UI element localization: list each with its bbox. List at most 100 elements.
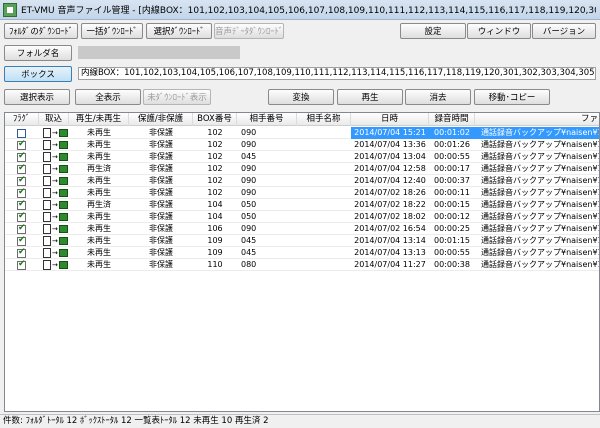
cell-name bbox=[297, 127, 351, 139]
cell-datetime: 2014/07/04 13:13 bbox=[354, 248, 426, 257]
play-button[interactable]: 再生 bbox=[337, 89, 403, 105]
table-row[interactable]: → 未再生 非保護 102 090 2014/07/02 18:26 00:00:11 通話録… bbox=[5, 187, 599, 199]
col-file[interactable]: ファ bbox=[475, 113, 599, 126]
cell-name bbox=[297, 151, 351, 163]
cell-duration: 00:00:12 bbox=[434, 212, 470, 221]
status-bar: 件数: ﾌｫﾙﾀﾞﾄｰﾀﾙ 12 ﾎﾞｯｸｽﾄｰﾀﾙ 12 一覧表ﾄｰﾀﾙ 12… bbox=[0, 414, 600, 428]
cell-duration: 00:00:55 bbox=[434, 248, 470, 257]
flag-checkbox[interactable] bbox=[17, 129, 26, 138]
cell-played: 未再生 bbox=[87, 248, 111, 257]
cell-num: 050 bbox=[241, 200, 257, 209]
cell-name bbox=[297, 235, 351, 247]
cell-name bbox=[297, 187, 351, 199]
cell-file: 通話録音バックアップ¥naisen¥110¥ bbox=[481, 260, 599, 269]
cell-protect: 非保護 bbox=[149, 164, 173, 173]
table-row[interactable]: → 未再生 非保護 104 050 2014/07/02 18:02 00:00:12 通話録… bbox=[5, 211, 599, 223]
cell-datetime: 2014/07/04 12:40 bbox=[354, 176, 426, 185]
flag-checkbox[interactable] bbox=[17, 247, 26, 258]
cell-box: 102 bbox=[207, 164, 223, 173]
col-name[interactable]: 相手名称 bbox=[297, 113, 351, 126]
cell-num: 045 bbox=[241, 248, 257, 257]
table-row[interactable]: → 未再生 非保護 102 090 2014/07/04 12:40 00:00:37 通話録… bbox=[5, 175, 599, 187]
version-button[interactable]: バージョン bbox=[532, 23, 596, 39]
table-row[interactable]: → 再生済 非保護 102 090 2014/07/04 12:58 00:00:17 通話録… bbox=[5, 163, 599, 175]
cell-datetime: 2014/07/02 18:26 bbox=[354, 188, 426, 197]
col-box[interactable]: BOX番号 bbox=[193, 113, 237, 126]
flag-checkbox[interactable] bbox=[17, 175, 26, 186]
select-download-button[interactable]: 選択ﾀﾞｳﾝﾛｰﾄﾞ bbox=[146, 23, 212, 39]
cell-name bbox=[297, 211, 351, 223]
not-downloaded-view-button[interactable]: 未ﾀﾞｳﾝﾛｰﾄﾞ表示 bbox=[143, 89, 211, 105]
cell-datetime: 2014/07/04 15:21 bbox=[351, 127, 429, 139]
import-status-icon: → bbox=[43, 224, 69, 234]
flag-checkbox[interactable] bbox=[17, 223, 26, 234]
import-status-icon: → bbox=[43, 188, 69, 198]
cell-played: 再生済 bbox=[87, 200, 111, 209]
table-row[interactable]: → 再生済 非保護 104 050 2014/07/02 18:22 00:00:15 通話録… bbox=[5, 199, 599, 211]
table-row[interactable]: → 未再生 非保護 102 090 2014/07/04 13:36 00:01:26 通話録… bbox=[5, 139, 599, 151]
cell-box: 109 bbox=[207, 236, 223, 245]
cell-num: 090 bbox=[241, 128, 257, 137]
move-copy-button[interactable]: 移動･コピー bbox=[474, 89, 550, 105]
cell-played: 再生済 bbox=[87, 164, 111, 173]
table-row[interactable]: → 未再生 非保護 102 090 2014/07/04 15:21 00:01:02 通話録… bbox=[5, 127, 599, 139]
cell-name bbox=[297, 247, 351, 259]
flag-checkbox[interactable] bbox=[17, 139, 26, 150]
flag-checkbox[interactable] bbox=[17, 163, 26, 174]
all-view-button[interactable]: 全表示 bbox=[75, 89, 141, 105]
recordings-table: ﾌﾗｸﾞ 取込 再生/未再生 保護/非保護 BOX番号 相手番号 相手名称 日時… bbox=[4, 112, 600, 412]
flag-checkbox[interactable] bbox=[17, 235, 26, 246]
cell-box: 104 bbox=[207, 212, 223, 221]
flag-checkbox[interactable] bbox=[17, 211, 26, 222]
cell-protect: 非保護 bbox=[149, 200, 173, 209]
select-view-button[interactable]: 選択表示 bbox=[4, 89, 70, 105]
cell-datetime: 2014/07/04 13:04 bbox=[354, 152, 426, 161]
cell-played: 未再生 bbox=[87, 140, 111, 149]
cell-protect: 非保護 bbox=[149, 128, 173, 137]
col-duration[interactable]: 録音時間 bbox=[429, 113, 475, 126]
col-flag[interactable]: ﾌﾗｸﾞ bbox=[5, 113, 39, 126]
cell-datetime: 2014/07/02 18:22 bbox=[354, 200, 426, 209]
bulk-download-button[interactable]: 一括ﾀﾞｳﾝﾛｰﾄﾞ bbox=[81, 23, 143, 39]
cell-box: 110 bbox=[207, 260, 223, 269]
delete-button[interactable]: 消去 bbox=[405, 89, 471, 105]
window-title: ET-VMU 音声ファイル管理 - [内線BOX：101,102,103,104… bbox=[21, 6, 596, 16]
cell-file: 通話録音バックアップ¥naisen¥102¥ bbox=[475, 127, 599, 139]
col-number[interactable]: 相手番号 bbox=[237, 113, 297, 126]
app-icon bbox=[3, 2, 17, 17]
table-row[interactable]: → 未再生 非保護 109 045 2014/07/04 13:14 00:01:15 通話録… bbox=[5, 235, 599, 247]
cell-num: 090 bbox=[241, 188, 257, 197]
box-button[interactable]: ボックス bbox=[4, 66, 72, 82]
table-row[interactable]: → 未再生 非保護 110 080 2014/07/04 11:27 00:00:38 通話録… bbox=[5, 259, 599, 271]
col-import[interactable]: 取込 bbox=[39, 113, 69, 126]
col-protect[interactable]: 保護/非保護 bbox=[129, 113, 193, 126]
folder-download-button[interactable]: ﾌｫﾙﾀﾞのﾀﾞｳﾝﾛｰﾄﾞ bbox=[4, 23, 78, 39]
settings-button[interactable]: 設定 bbox=[400, 23, 466, 39]
flag-checkbox[interactable] bbox=[17, 259, 26, 270]
cell-datetime: 2014/07/04 11:27 bbox=[354, 260, 426, 269]
table-row[interactable]: → 未再生 非保護 109 045 2014/07/04 13:13 00:00:55 通話録… bbox=[5, 247, 599, 259]
cell-box: 102 bbox=[207, 128, 223, 137]
flag-checkbox[interactable] bbox=[17, 187, 26, 198]
convert-button[interactable]: 変換 bbox=[268, 89, 334, 105]
cell-protect: 非保護 bbox=[149, 248, 173, 257]
voice-data-download-button[interactable]: 音声ﾃﾞｰﾀﾀﾞｳﾝﾛｰﾄﾞ bbox=[214, 23, 284, 39]
cell-file: 通話録音バックアップ¥naisen¥102¥ bbox=[481, 188, 599, 197]
cell-num: 045 bbox=[241, 236, 257, 245]
cell-file: 通話録音バックアップ¥naisen¥104¥ bbox=[481, 200, 599, 209]
cell-file: 通話録音バックアップ¥naisen¥106¥ bbox=[481, 224, 599, 233]
cell-duration: 00:00:25 bbox=[434, 224, 470, 233]
table-row[interactable]: → 未再生 非保護 106 090 2014/07/02 16:54 00:00:25 通話録… bbox=[5, 223, 599, 235]
cell-played: 未再生 bbox=[87, 128, 111, 137]
table-row[interactable]: → 未再生 非保護 102 045 2014/07/04 13:04 00:00:55 通話録… bbox=[5, 151, 599, 163]
flag-checkbox[interactable] bbox=[17, 199, 26, 210]
cell-duration: 00:00:37 bbox=[434, 176, 470, 185]
cell-num: 090 bbox=[241, 176, 257, 185]
title-bar: ET-VMU 音声ファイル管理 - [内線BOX：101,102,103,104… bbox=[0, 0, 600, 20]
col-datetime[interactable]: 日時 bbox=[351, 113, 429, 126]
cell-played: 未再生 bbox=[87, 152, 111, 161]
folder-name-button[interactable]: フォルダ名 bbox=[4, 45, 72, 61]
window-button[interactable]: ウィンドウ bbox=[467, 23, 531, 39]
col-played[interactable]: 再生/未再生 bbox=[69, 113, 129, 126]
flag-checkbox[interactable] bbox=[17, 151, 26, 162]
